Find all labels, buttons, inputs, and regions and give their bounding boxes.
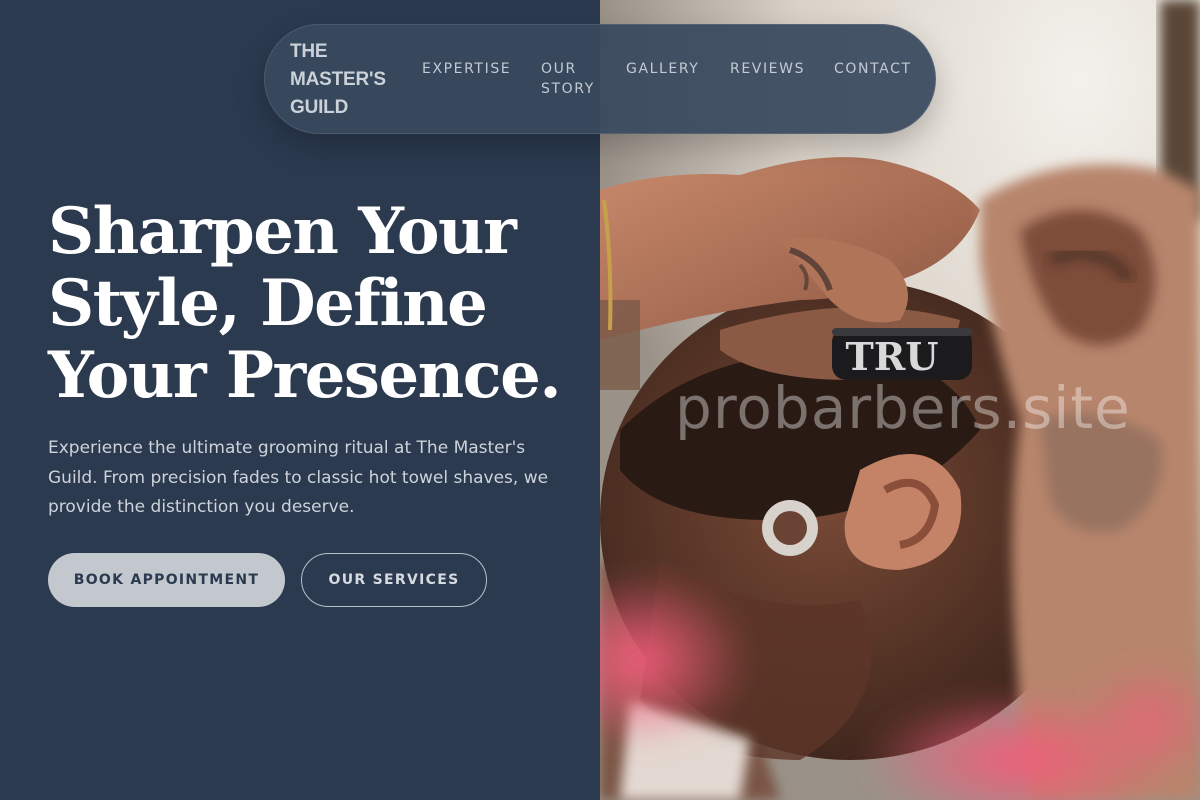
hero-headline: Sharpen Your Style, Define Your Presence… — [48, 194, 562, 413]
nav-link-expertise[interactable]: EXPERTISE — [422, 59, 511, 79]
nav-link-contact[interactable]: CONTACT — [834, 59, 912, 79]
main-navigation: THE MASTER'S GUILD EXPERTISE OUR STORY G… — [264, 24, 936, 134]
nav-link-gallery[interactable]: GALLERY — [626, 59, 699, 79]
brand-logo-text[interactable]: THE MASTER'S GUILD — [290, 38, 400, 122]
razor-brand-text: TRU — [846, 334, 939, 379]
book-appointment-button[interactable]: BOOK APPOINTMENT — [48, 553, 285, 607]
nav-link-our-story[interactable]: OUR STORY — [541, 59, 607, 99]
nav-link-reviews[interactable]: REVIEWS — [730, 59, 805, 79]
hero-subtext: Experience the ultimate grooming ritual … — [48, 438, 549, 517]
our-services-button[interactable]: OUR SERVICES — [301, 553, 487, 607]
